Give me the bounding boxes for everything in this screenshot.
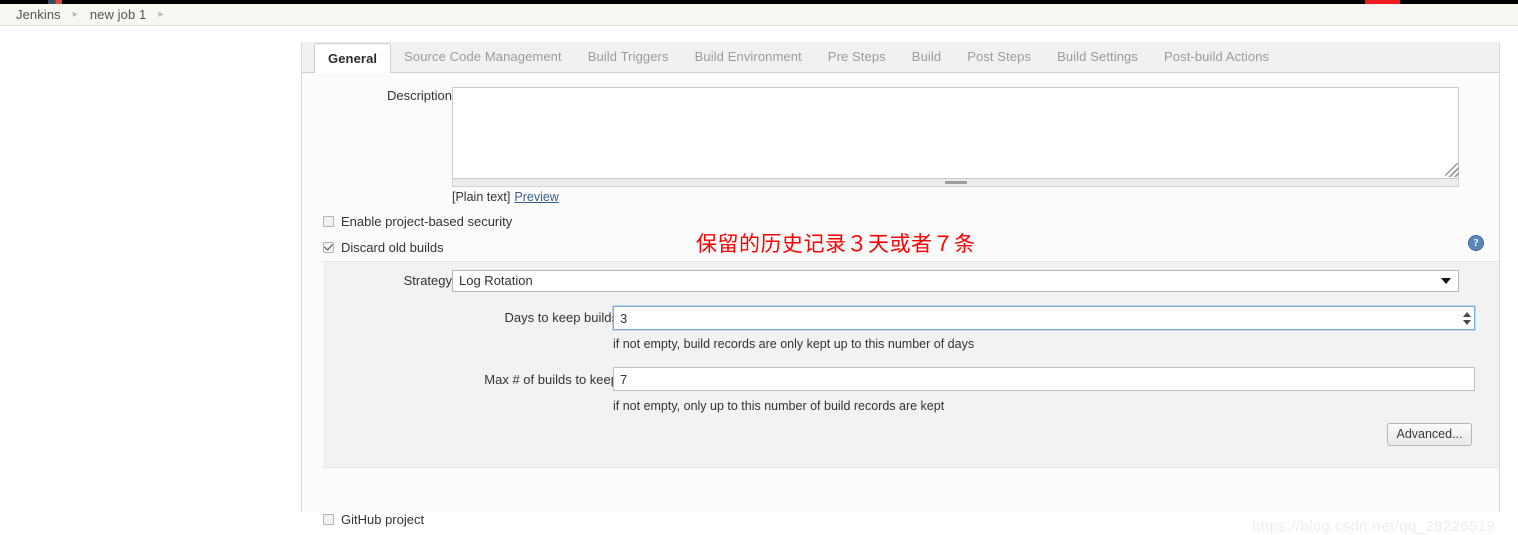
textarea-drag-handle-icon [944, 181, 967, 184]
days-to-keep-builds-help: if not empty, build records are only kep… [613, 337, 975, 351]
question-mark-icon[interactable]: ? [1468, 235, 1484, 251]
general-form: Description [Plain text] Preview Enable p… [302, 73, 1499, 535]
strategy-selected-value: Log Rotation [459, 273, 533, 288]
stepper-up-icon[interactable] [1462, 311, 1471, 317]
tab-build[interactable]: Build [899, 42, 954, 72]
enable-project-based-security-row[interactable]: Enable project-based security [323, 214, 512, 229]
breadcrumb: Jenkins ▸ new job 1 ▸ [0, 4, 1518, 26]
job-config-panel: General Source Code Management Build Tri… [301, 42, 1500, 535]
breadcrumb-separator-icon-2: ▸ [158, 8, 164, 20]
tab-pre-steps[interactable]: Pre Steps [815, 42, 899, 72]
discard-old-builds-label: Discard old builds [341, 240, 444, 255]
description-meta: [Plain text] Preview [452, 190, 559, 204]
stepper-down-icon[interactable] [1462, 319, 1471, 325]
tab-build-environment[interactable]: Build Environment [682, 42, 815, 72]
advanced-button[interactable]: Advanced... [1387, 423, 1472, 446]
tab-build-triggers[interactable]: Build Triggers [575, 42, 682, 72]
description-input[interactable] [452, 87, 1459, 179]
github-project-checkbox[interactable] [323, 514, 334, 525]
days-to-keep-builds-input[interactable] [613, 306, 1475, 330]
max-builds-to-keep-input[interactable] [613, 367, 1475, 391]
strategy-label: Strategy [403, 273, 452, 288]
breadcrumb-item-jenkins[interactable]: Jenkins [16, 7, 61, 22]
days-to-keep-builds-label: Days to keep builds [504, 310, 618, 325]
breadcrumb-item-new-job-1[interactable]: new job 1 [90, 7, 147, 22]
discard-old-builds-checkbox[interactable] [323, 242, 334, 253]
content-area: General Source Code Management Build Tri… [0, 27, 1518, 535]
enable-project-based-security-label: Enable project-based security [341, 214, 513, 229]
github-project-row[interactable]: GitHub project [323, 512, 424, 527]
tab-build-settings[interactable]: Build Settings [1044, 42, 1151, 72]
config-tab-bar: General Source Code Management Build Tri… [302, 42, 1499, 73]
chevron-down-icon [1441, 278, 1451, 284]
discard-old-builds-row[interactable]: Discard old builds [323, 240, 444, 255]
discard-strategy-section: Strategy Log Rotation Days to keep build… [323, 261, 1499, 468]
description-label: Description [386, 88, 452, 103]
max-builds-to-keep-help: if not empty, only up to this number of … [613, 399, 945, 413]
strategy-select[interactable]: Log Rotation [452, 270, 1459, 292]
textarea-drag-bar[interactable] [452, 179, 1459, 187]
tab-general[interactable]: General [314, 43, 392, 73]
breadcrumb-separator-icon: ▸ [72, 8, 78, 20]
red-annotation-text: 保留的历史记录３天或者７条 [696, 232, 976, 256]
days-to-keep-builds-stepper[interactable] [1460, 309, 1473, 327]
enable-project-based-security-checkbox[interactable] [323, 216, 334, 227]
preview-link[interactable]: Preview [514, 190, 558, 204]
watermark-text: https://blog.csdn.net/qq_28226519 [1252, 518, 1496, 535]
tab-post-build-actions[interactable]: Post-build Actions [1151, 42, 1282, 72]
max-builds-to-keep-label: Max # of builds to keep [484, 372, 618, 387]
github-project-label: GitHub project [341, 512, 425, 527]
tab-post-steps[interactable]: Post Steps [954, 42, 1044, 72]
plain-text-label: [Plain text] [452, 190, 511, 204]
tab-source-code-management[interactable]: Source Code Management [391, 42, 575, 72]
